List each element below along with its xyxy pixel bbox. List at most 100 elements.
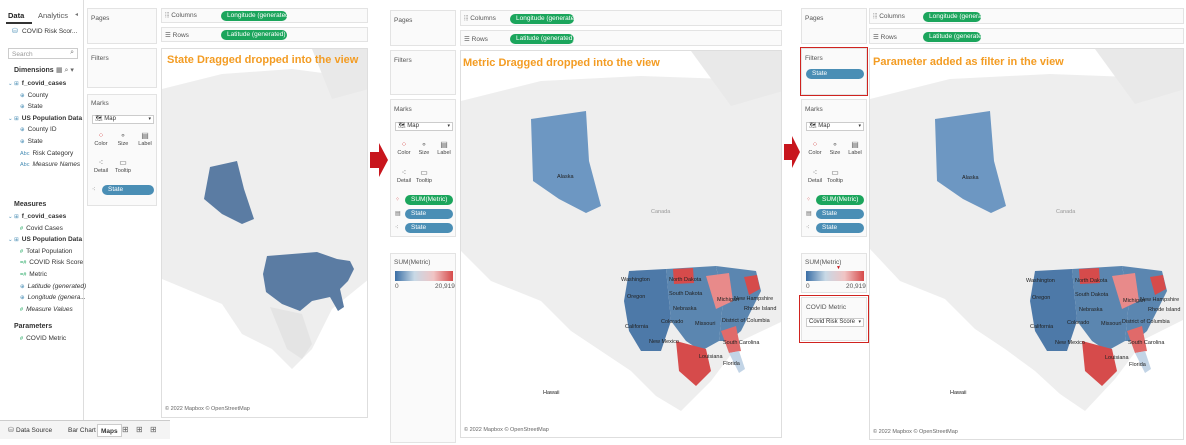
field-item[interactable]: =# COVID Risk Score [20,259,83,266]
field-table-group[interactable]: ⌄ ⊞ US Population Data [8,236,82,243]
marks-pill-state[interactable]: State [102,185,154,195]
sheet-tab-maps[interactable]: Maps [97,424,122,437]
tooltip-icon-2: ▭ [420,168,428,177]
columns-pill-longitude-3[interactable]: Longitude (generated) [923,12,981,22]
marks-pill-sum-metric[interactable]: SUM(Metric) [405,195,453,205]
field-label: COVID Metric [26,335,67,342]
field-label: Latitude (generated) [27,282,87,290]
tab-analytics[interactable]: Analytics [38,11,68,20]
new-sheet-icon[interactable]: ⊞ [122,425,129,434]
search-input[interactable]: Search ⌕ [8,48,78,59]
mark-type-select-2[interactable]: 🗺 Map ▾ [395,122,453,131]
field-item[interactable]: ⊕ State [20,138,43,145]
rows-pill-latitude-2[interactable]: Latitude (generated) [510,34,574,44]
color-label: Color [94,141,108,147]
marks-card: Marks 🗺 Map ▾ ⁘ Color ⚬ Size ▤ Label ⁖ Detail… [87,94,157,206]
tooltip-icon: ▭ [119,158,127,167]
color-mark-icon-3: ⁘ [806,197,812,203]
map-icon: 🗺 [95,116,103,122]
pages-shelf-2[interactable]: Pages [390,10,456,46]
mark-type-select-3[interactable]: 🗺 Map ▾ [806,122,864,131]
field-item[interactable]: # Covid Cases [20,225,63,232]
tooltip-label-2: Tooltip [416,178,432,184]
table-icon: ⌄ ⊞ [8,115,19,122]
field-item[interactable]: ⊕ State [20,103,43,110]
filters-shelf[interactable]: Filters [87,48,157,88]
field-item[interactable]: ⊕ Latitude (generated) [20,283,86,290]
marks-pill-sum-metric-3[interactable]: SUM(Metric) [816,195,864,205]
detail-button-2[interactable]: ⁖ Detail [395,167,413,187]
mark-type-value-3: Map [818,123,830,129]
grid-view-icon[interactable]: ▦ ⌕ ▾ [56,66,74,75]
label-icon: ▤ [141,131,149,140]
field-item[interactable]: ⊕ County [20,92,48,99]
map-credit: © 2022 Mapbox © OpenStreetMap [165,406,250,412]
map-view-3[interactable]: Alaska Canada Washington Oregon Californ… [869,48,1184,440]
columns-shelf-2[interactable]: ⦙⦙⦙ Columns Longitude (generated) [460,10,782,26]
data-source-tab[interactable]: Data Source [16,427,52,434]
legend-gradient-2[interactable] [395,271,453,281]
tab-data[interactable]: Data [8,11,24,20]
datasource-name[interactable]: COVID Risk Scor... [22,28,77,35]
color-button[interactable]: ⁘ Color [92,130,110,150]
size-button[interactable]: ⚬ Size [114,130,132,150]
columns-pill-longitude[interactable]: Longitude (generated) [221,11,287,21]
rows-pill-latitude[interactable]: Latitude (generated) [221,30,287,40]
field-item[interactable]: Abc Measure Names [20,161,80,168]
mark-type-value: Map [104,116,116,122]
field-item[interactable]: # Measure Values [20,306,73,313]
map-credit-2: © 2022 Mapbox © OpenStreetMap [464,427,549,433]
tooltip-button[interactable]: ▭ Tooltip [114,157,132,177]
rows-shelf-2[interactable]: ☰ Rows Latitude (generated) [460,30,782,46]
map-view-1[interactable]: © 2022 Mapbox © OpenStreetMap [161,48,368,418]
detail-button[interactable]: ⁖ Detail [92,157,110,177]
filters-shelf-2[interactable]: Filters [390,50,456,95]
size-label-3: Size [829,150,841,156]
field-item[interactable]: Abc Risk Category [20,150,73,157]
rows-shelf[interactable]: ☰ Rows Latitude (generated) [161,27,368,42]
columns-shelf-3[interactable]: ⦙⦙⦙ Columns Longitude (generated) [869,8,1184,24]
marks-pill-state-label-3[interactable]: State [816,209,864,219]
map-label-nebraska: Nebraska [673,306,697,312]
marks-pill-state-label[interactable]: State [405,209,453,219]
map-label-california: California [625,324,649,330]
label-button-3[interactable]: ▤ Label [846,139,864,159]
field-table-group[interactable]: ⌄ ⊞ f_covid_cases [8,80,66,87]
label-button-2[interactable]: ▤ Label [435,139,453,159]
collapse-icon[interactable]: ◂ [75,11,78,18]
rows-pill-latitude-3[interactable]: Latitude (generated) [923,32,981,42]
color-button-2[interactable]: ⁘ Color [395,139,413,159]
field-item[interactable]: # COVID Metric [20,335,66,342]
color-button-3[interactable]: ⁘ Color [806,139,824,159]
rows-shelf-3[interactable]: ☰ Rows Latitude (generated) [869,28,1184,44]
columns-shelf[interactable]: ⦙⦙⦙ Columns Longitude (generated) [161,8,368,23]
marks-pill-state-detail-3[interactable]: State [816,223,864,233]
field-item[interactable]: ⊕ Longitude (genera... [20,294,86,301]
field-table-group[interactable]: ⌄ ⊞ f_covid_cases [8,213,66,220]
legend-title-2: SUM(Metric) [394,259,431,266]
tooltip-button-3[interactable]: ▭ Tooltip [826,167,844,187]
pages-shelf-3[interactable]: Pages [801,8,867,44]
marks-pill-state-detail[interactable]: State [405,223,453,233]
size-button-2[interactable]: ⚬ Size [415,139,433,159]
field-item[interactable]: # Total Population [20,248,72,255]
sheet-tab-bar-chart[interactable]: Bar Chart [68,427,96,434]
bottom-tab-bar: ⛁ Data Source Bar Chart Maps ⊞ ⊞ ⊞ [0,420,170,439]
pages-shelf[interactable]: Pages [87,8,157,44]
new-story-icon[interactable]: ⊞ [150,425,157,434]
new-dashboard-icon[interactable]: ⊞ [136,425,143,434]
detail-label-3: Detail [807,178,823,184]
tooltip-button-2[interactable]: ▭ Tooltip [415,167,433,187]
field-item[interactable]: =# Metric [20,271,47,278]
field-table-group[interactable]: ⌄ ⊞ US Population Data [8,115,82,122]
field-item[interactable]: ⊕ County ID [20,126,57,133]
num-field-icon: # [20,248,24,255]
detail-button-3[interactable]: ⁖ Detail [806,167,824,187]
size-button-3[interactable]: ⚬ Size [826,139,844,159]
map-view-2[interactable]: Alaska Canada Washington Oregon Californ… [460,50,782,438]
columns-pill-longitude-2[interactable]: Longitude (generated) [510,14,574,24]
map-canvas-2 [461,51,781,411]
label-button[interactable]: ▤ Label [136,130,154,150]
legend-gradient-3[interactable] [806,271,864,281]
mark-type-select[interactable]: 🗺 Map ▾ [92,115,154,124]
